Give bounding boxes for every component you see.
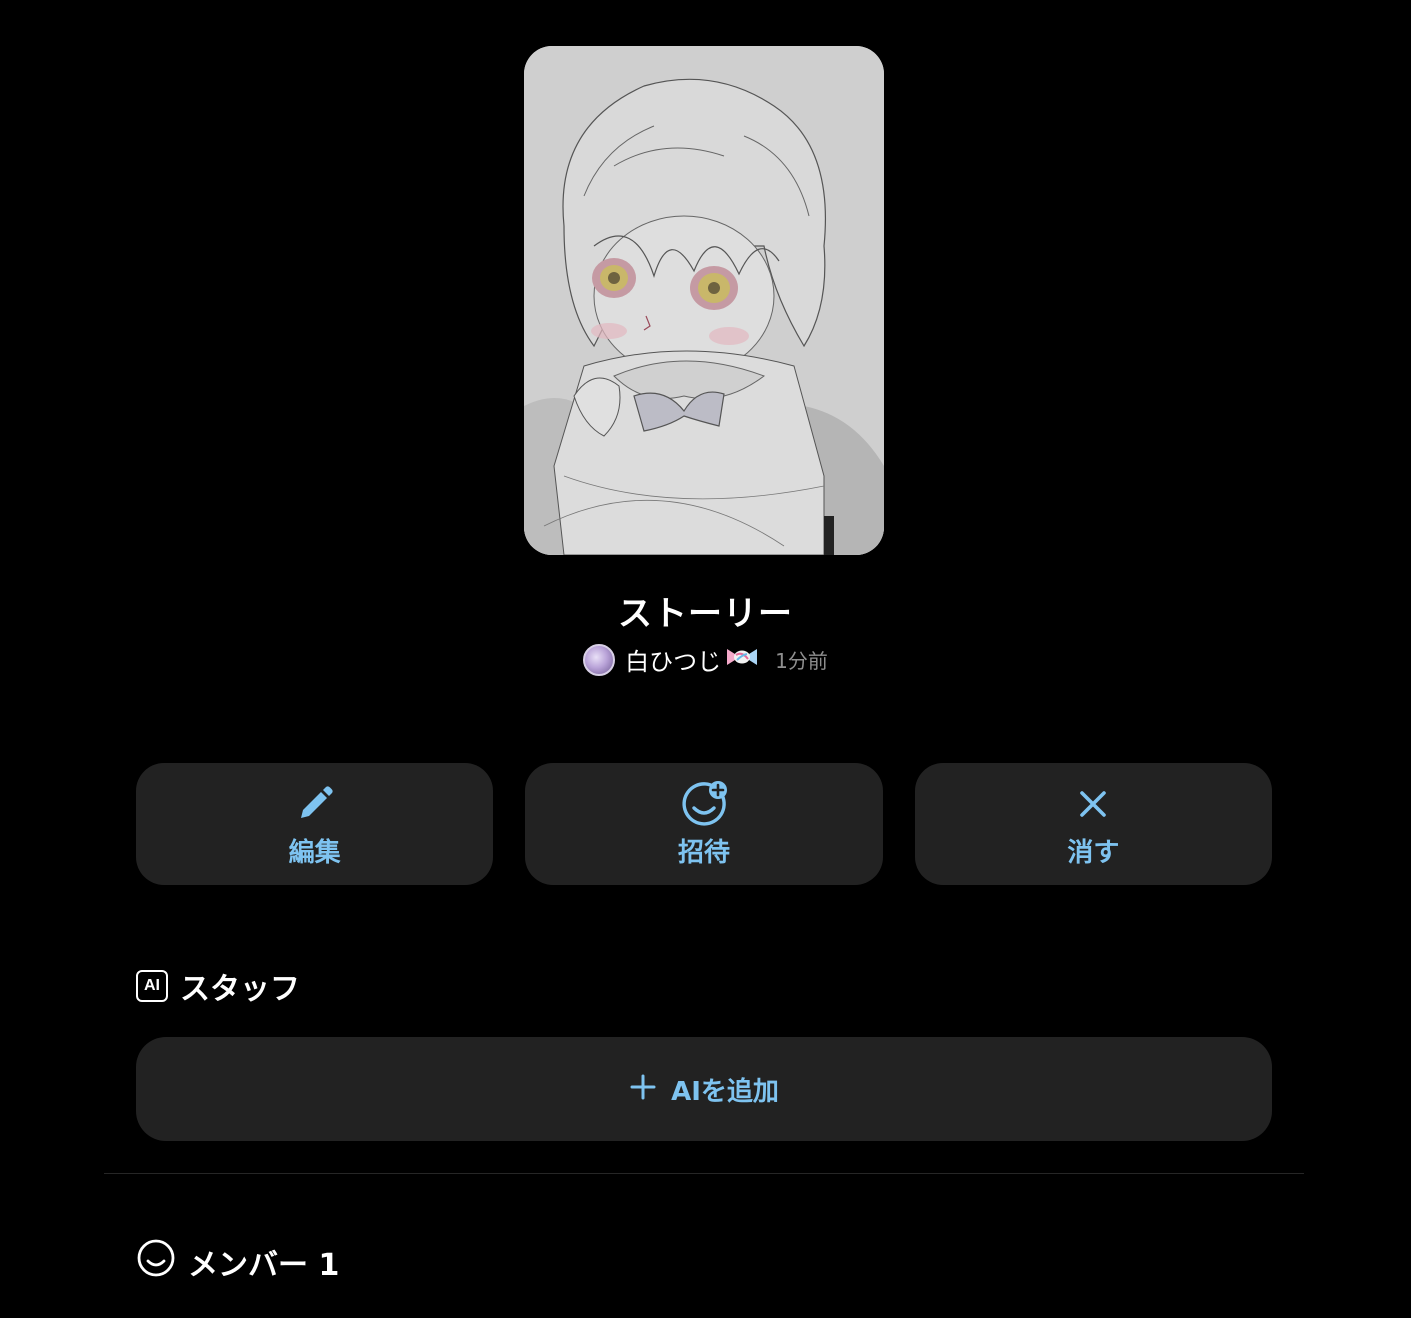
pencil-icon [291, 780, 339, 828]
smiley-icon [136, 1238, 176, 1286]
author-name-wrap[interactable]: 白ひつじ [625, 642, 759, 677]
add-ai-button[interactable]: AIを追加 [136, 1037, 1272, 1141]
members-section-header: メンバー 1 [136, 1238, 339, 1286]
invite-label: 招待 [677, 837, 730, 868]
author-name: 白ひつじ [625, 648, 722, 676]
plus-icon [629, 1073, 657, 1105]
story-byline: 白ひつじ 1分前 [0, 642, 1411, 677]
staff-heading: スタッフ [180, 972, 300, 1007]
candy-icon [725, 645, 759, 675]
story-detail-screen: ストーリー 白ひつじ 1分前 編集 招待 消す AI スタッフ AIを追加 メン… [0, 0, 1411, 1318]
invite-button[interactable]: 招待 [525, 763, 883, 885]
edit-label: 編集 [288, 837, 341, 868]
add-ai-label: AIを追加 [671, 1076, 779, 1107]
story-title: ストーリー [618, 594, 793, 634]
story-timestamp: 1分前 [775, 649, 828, 673]
section-divider [104, 1173, 1304, 1174]
members-heading: メンバー 1 [188, 1248, 340, 1283]
close-icon [1069, 780, 1117, 828]
edit-button[interactable]: 編集 [136, 763, 494, 885]
ai-icon: AI [136, 970, 168, 1002]
delete-button[interactable]: 消す [914, 763, 1272, 885]
story-actions: 編集 招待 消す [136, 763, 1272, 885]
staff-section-header: AI スタッフ [136, 964, 300, 1008]
story-cover-image[interactable] [524, 46, 884, 555]
delete-label: 消す [1067, 837, 1120, 868]
author-avatar[interactable] [583, 643, 616, 676]
add-smiley-icon [680, 780, 728, 828]
